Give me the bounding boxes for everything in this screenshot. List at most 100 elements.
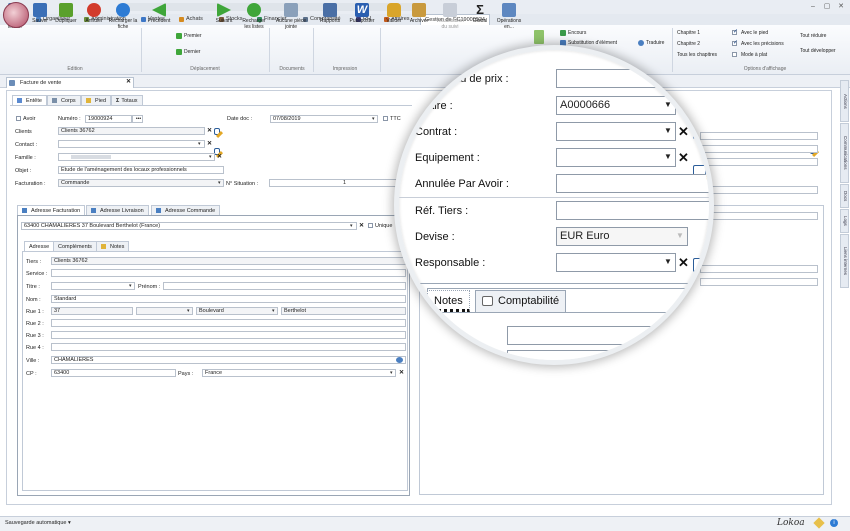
right-field[interactable] <box>700 278 818 286</box>
maximize-icon[interactable]: ▢ <box>822 3 832 11</box>
checkbox-checked[interactable] <box>732 28 738 35</box>
tab-notes-zoom[interactable]: Notes <box>427 290 470 312</box>
dupliquer-button[interactable]: Dupliquer <box>54 3 78 25</box>
tab-adresse-facturation[interactable]: Adresse Facturation <box>17 205 86 215</box>
visualisation-suivi-button[interactable]: Visualisation du suivi <box>433 3 467 30</box>
notes-field[interactable] <box>507 326 709 345</box>
tab-complements[interactable]: Compléments <box>53 241 97 251</box>
sauver-button[interactable]: Sauver <box>28 3 52 25</box>
clients-field[interactable]: Clients 36762 <box>58 127 205 135</box>
clear-pays-icon[interactable]: ✕ <box>399 369 404 376</box>
right-field[interactable] <box>700 145 818 153</box>
checkbox-unchecked[interactable] <box>368 223 373 229</box>
recharger-fiche-button[interactable]: Recharger la fiche <box>108 3 138 30</box>
avec-precisions-checkbox[interactable]: Avec les précisions <box>732 39 784 48</box>
precedent-button[interactable]: Précédent <box>144 3 174 25</box>
facturation-select[interactable]: Commande <box>58 179 224 187</box>
doc-tab-facture[interactable]: Facture de vente <box>6 77 134 88</box>
responsable-select[interactable] <box>556 253 676 272</box>
tab-totaux[interactable]: Σ Totaux <box>111 95 143 105</box>
rue2-field[interactable] <box>51 319 406 327</box>
chevron-down-icon[interactable]: ▾ <box>350 223 353 229</box>
tiers-field[interactable]: Clients 36762 <box>51 257 406 265</box>
valider-button[interactable]: Valider <box>382 3 406 25</box>
right-field[interactable] <box>700 265 818 273</box>
chevron-down-icon[interactable]: ▼ <box>664 152 672 161</box>
rapports-button[interactable]: Rapports <box>316 3 344 25</box>
rue1-number-field[interactable]: 37 <box>51 307 133 315</box>
clear-famille-icon[interactable]: ✕ <box>217 153 222 160</box>
rue1-name-field[interactable]: Berthelot <box>281 307 406 315</box>
archiver-button[interactable]: Archiver <box>406 3 432 25</box>
nom-field[interactable]: Standard <box>51 295 406 303</box>
clear-contrat-icon[interactable]: ✕ <box>678 124 689 140</box>
info-icon[interactable]: i <box>830 519 838 527</box>
edit-clients-icon[interactable] <box>214 128 220 135</box>
ville-field[interactable]: CHAMALIERES <box>51 356 406 364</box>
app-logo[interactable] <box>3 2 29 28</box>
prenom-field[interactable] <box>163 282 406 290</box>
checkbox-checked[interactable] <box>732 39 738 46</box>
annuler-button[interactable]: Annuler <box>82 3 106 25</box>
tab-pied[interactable]: Pied <box>81 95 112 105</box>
checkbox-unchecked[interactable] <box>16 116 21 122</box>
annulee-par-avoir-field[interactable] <box>556 174 709 193</box>
publiposter-button[interactable]: W Publiposter <box>346 3 378 25</box>
edit-devise-icon[interactable] <box>693 258 706 272</box>
global-button[interactable]: Σ Global <box>468 3 492 25</box>
bordereau-field[interactable] <box>556 69 709 88</box>
tout-developper-button[interactable]: Tout développer <box>800 46 836 55</box>
rue3-field[interactable] <box>51 331 406 339</box>
tab-adresse-commande[interactable]: Adresse Commande <box>151 205 221 215</box>
numero-picker-button[interactable]: ••• <box>132 115 143 123</box>
tab-corps[interactable]: Corps <box>47 95 81 105</box>
service-field[interactable] <box>51 269 406 277</box>
chevron-down-icon[interactable]: ▾ <box>372 116 375 122</box>
tab-entete[interactable]: Entête <box>12 95 47 105</box>
equipement-select[interactable] <box>556 148 676 167</box>
piece-jointe-button[interactable]: Aucune pièce jointe <box>272 3 310 30</box>
chevron-down-icon[interactable]: ▾ <box>198 141 201 147</box>
right-field[interactable] <box>700 212 818 220</box>
rue4-field[interactable] <box>51 343 406 351</box>
clear-responsable-icon[interactable]: ✕ <box>678 255 689 271</box>
cp-field[interactable]: 63400 <box>51 369 176 377</box>
document-green-icon[interactable] <box>534 30 544 44</box>
premier-button[interactable]: Premier <box>176 31 202 40</box>
side-tab-liens-internes[interactable]: Liens internes <box>840 234 849 288</box>
dernier-button[interactable]: Dernier <box>176 47 200 56</box>
close-doc-tab-icon[interactable]: ✕ <box>126 78 131 85</box>
suivant-button[interactable]: Suivant <box>210 3 238 25</box>
right-field[interactable] <box>700 132 818 140</box>
chevron-down-icon[interactable]: ▾ <box>272 308 275 314</box>
right-field[interactable] <box>700 186 818 194</box>
chapitre-2-button[interactable]: Chapitre 2 <box>677 39 700 48</box>
chevron-down-icon[interactable]: ▼ <box>676 231 684 240</box>
chevron-down-icon[interactable]: ▾ <box>187 308 190 314</box>
tout-reduire-button[interactable]: Tout réduire <box>800 31 826 40</box>
clear-contact-icon[interactable]: ✕ <box>207 140 212 147</box>
mode-plat-checkbox[interactable]: Mode à plat <box>732 50 767 59</box>
clear-equipement-icon[interactable]: ✕ <box>678 150 689 166</box>
side-tab-communications[interactable]: Communications <box>840 123 849 183</box>
chevron-down-icon[interactable]: ▼ <box>664 126 672 135</box>
traduire-button[interactable]: Traduire <box>638 38 664 47</box>
clear-address-icon[interactable]: ✕ <box>359 222 364 229</box>
titre-select[interactable] <box>51 282 135 290</box>
pays-select[interactable]: France <box>202 369 396 377</box>
side-tab-logs[interactable]: Logs <box>840 209 849 233</box>
chapitre-1-button[interactable]: Chapitre 1 <box>677 28 700 37</box>
date-doc-field[interactable]: 07/08/2019 <box>270 115 378 123</box>
tab-achats[interactable]: Achats <box>175 14 207 25</box>
encours-button[interactable]: Encours <box>560 28 586 37</box>
ref-tiers-field[interactable] <box>556 201 709 220</box>
tab-adresse[interactable]: Adresse <box>24 241 55 251</box>
side-tab-docs[interactable]: Docs <box>840 184 849 208</box>
famille-field[interactable] <box>58 153 215 161</box>
numero-field[interactable]: 19000924 <box>85 115 132 123</box>
operations-button[interactable]: Opérations en... <box>494 3 524 30</box>
recharger-listes-button[interactable]: Recharger les listes <box>240 3 268 30</box>
close-icon[interactable]: ✕ <box>836 3 846 11</box>
tab-notes[interactable]: Notes <box>96 241 130 251</box>
right-field[interactable] <box>700 158 818 166</box>
